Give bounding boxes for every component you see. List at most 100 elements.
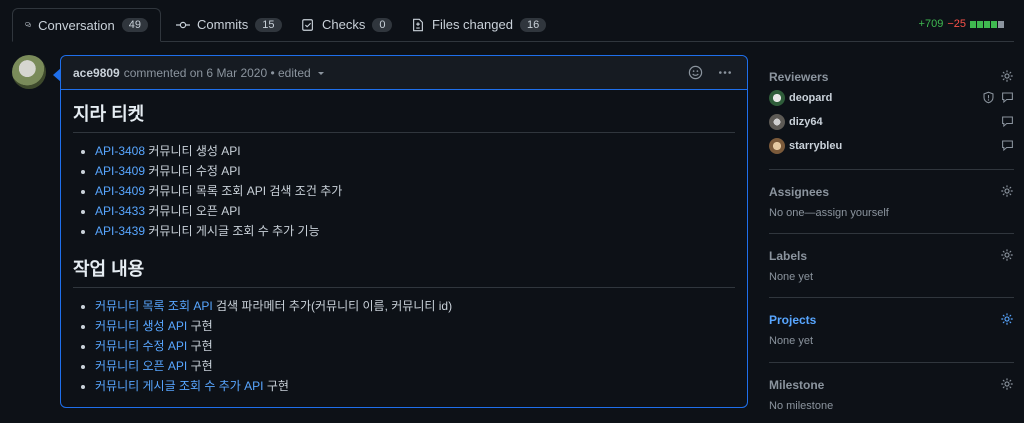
list-item: 커뮤니티 생성 API 구현 (95, 316, 735, 336)
tab-label: Conversation (38, 17, 115, 33)
tab-checks[interactable]: Checks 0 (289, 8, 404, 41)
tab-conversation[interactable]: Conversation 49 (12, 8, 161, 42)
reviewers-title[interactable]: Reviewers (769, 70, 828, 84)
reviewer-name: deopard (789, 92, 833, 104)
work-desc: 구현 (187, 339, 213, 353)
commit-icon (176, 21, 190, 28)
work-link[interactable]: 커뮤니티 오픈 API (95, 359, 187, 373)
list-item: 커뮤니티 오픈 API 구현 (95, 356, 735, 376)
heading-jira-tickets: 지라 티켓 (73, 100, 735, 133)
avatar (769, 138, 785, 154)
comment-author[interactable]: ace9809 (73, 66, 120, 80)
diffstat-block (977, 20, 983, 28)
list-item: API-3409 커뮤니티 목록 조회 API 검색 조건 추가 (95, 181, 735, 201)
chevron-down-icon[interactable] (316, 68, 326, 78)
milestone-value: No milestone (769, 400, 834, 412)
pr-sidebar: Reviewers deopard dizy64 starrybleu Assi… (769, 55, 1014, 423)
work-list: 커뮤니티 목록 조회 API 검색 파라메터 추가(커뮤니티 이름, 커뮤니티 … (73, 296, 735, 396)
ticket-link[interactable]: API-3408 (95, 144, 145, 158)
diffstat-block (984, 20, 990, 28)
milestone-section: Milestone No milestone (769, 363, 1014, 423)
comment-icon[interactable] (1001, 139, 1014, 152)
tab-counter: 16 (519, 17, 547, 32)
list-item: API-3439 커뮤니티 게시글 조회 수 추가 기능 (95, 221, 735, 241)
additions-count: +709 (918, 18, 944, 30)
projects-title[interactable]: Projects (769, 313, 816, 327)
tab-label: Commits (197, 17, 249, 32)
reviewer-row[interactable]: dizy64 (769, 110, 1014, 134)
reviewer-row[interactable]: starrybleu (769, 134, 1014, 158)
ticket-link[interactable]: API-3409 (95, 184, 145, 198)
diffstat: +709 −25 (919, 18, 1004, 30)
tab-counter: 15 (255, 17, 282, 32)
reviewer-name: dizy64 (789, 116, 823, 128)
labels-section: Labels None yet (769, 234, 1014, 298)
assignees-value[interactable]: No one—assign yourself (769, 207, 889, 219)
ticket-link[interactable]: API-3433 (95, 204, 145, 218)
reviewers-section: Reviewers deopard dizy64 starrybleu (769, 55, 1014, 170)
gear-icon[interactable] (1000, 248, 1014, 262)
heading-work-content: 작업 내용 (73, 255, 735, 288)
author-avatar[interactable] (12, 55, 46, 89)
work-desc: 검색 파라메터 추가(커뮤니티 이름, 커뮤니티 id) (212, 299, 453, 313)
ticket-link[interactable]: API-3409 (95, 164, 145, 178)
smiley-icon[interactable] (688, 65, 703, 80)
list-item: API-3408 커뮤니티 생성 API (95, 141, 735, 161)
work-desc: 구현 (187, 319, 213, 333)
work-link[interactable]: 커뮤니티 게시글 조회 수 추가 API (95, 379, 264, 393)
tab-files-changed[interactable]: Files changed 16 (399, 8, 558, 41)
shield-icon[interactable] (982, 91, 995, 104)
work-link[interactable]: 커뮤니티 목록 조회 API (95, 299, 213, 313)
diffstat-block (998, 20, 1004, 28)
reviewer-row[interactable]: deopard (769, 86, 1014, 110)
gear-icon[interactable] (1000, 69, 1014, 83)
kebab-menu-icon[interactable] (717, 65, 733, 80)
comment-icon[interactable] (1001, 115, 1014, 128)
projects-section: Projects None yet (769, 298, 1014, 363)
list-item: API-3409 커뮤니티 수정 API (95, 161, 735, 181)
work-desc: 구현 (187, 359, 213, 373)
pr-description-comment: ace9809 commented on 6 Mar 2020 • edited… (53, 55, 748, 408)
list-item: 커뮤니티 목록 조회 API 검색 파라메터 추가(커뮤니티 이름, 커뮤니티 … (95, 296, 735, 316)
comment-body: 지라 티켓 API-3408 커뮤니티 생성 API API-3409 커뮤니티… (61, 90, 747, 420)
labels-value: None yet (769, 271, 814, 283)
ticket-link[interactable]: API-3439 (95, 224, 145, 238)
diffstat-blocks (970, 20, 1004, 28)
comment-discussion-icon (25, 22, 31, 28)
work-link[interactable]: 커뮤니티 생성 API (95, 319, 187, 333)
tab-label: Checks (322, 17, 366, 32)
deletions-count: −25 (947, 18, 966, 30)
list-item: 커뮤니티 수정 API 구현 (95, 336, 735, 356)
checklist-icon (302, 18, 313, 31)
tab-counter: 0 (372, 17, 393, 32)
tab-label: Files changed (432, 17, 513, 32)
ticket-desc: 커뮤니티 오픈 API (145, 204, 241, 218)
gear-icon[interactable] (1000, 312, 1014, 326)
gear-icon[interactable] (1000, 184, 1014, 198)
projects-value: None yet (769, 335, 814, 347)
assignees-title[interactable]: Assignees (769, 185, 829, 199)
ticket-desc: 커뮤니티 생성 API (145, 144, 241, 158)
work-desc: 구현 (263, 379, 289, 393)
ticket-desc: 커뮤니티 수정 API (145, 164, 241, 178)
reviewer-list: deopard dizy64 starrybleu (769, 86, 1014, 158)
tab-counter: 49 (121, 18, 148, 32)
ticket-list: API-3408 커뮤니티 생성 API API-3409 커뮤니티 수정 AP… (73, 141, 735, 241)
assignees-section: Assignees No one—assign yourself (769, 170, 1014, 234)
comment-header: ace9809 commented on 6 Mar 2020 • edited (61, 56, 747, 90)
reviewer-name: starrybleu (789, 140, 843, 152)
gear-icon[interactable] (1000, 377, 1014, 391)
list-item: 커뮤니티 게시글 조회 수 추가 API 구현 (95, 376, 735, 396)
diffstat-block (991, 20, 997, 28)
tab-commits[interactable]: Commits 15 (164, 8, 294, 41)
labels-title[interactable]: Labels (769, 249, 807, 263)
ticket-desc: 커뮤니티 목록 조회 API 검색 조건 추가 (145, 184, 343, 198)
list-item: API-3433 커뮤니티 오픈 API (95, 201, 735, 221)
milestone-title[interactable]: Milestone (769, 378, 824, 392)
avatar (769, 90, 785, 106)
ticket-desc: 커뮤니티 게시글 조회 수 추가 기능 (145, 224, 320, 238)
avatar (769, 114, 785, 130)
work-link[interactable]: 커뮤니티 수정 API (95, 339, 187, 353)
comment-icon[interactable] (1001, 91, 1014, 104)
comment-meta[interactable]: commented on 6 Mar 2020 • edited (124, 66, 311, 80)
